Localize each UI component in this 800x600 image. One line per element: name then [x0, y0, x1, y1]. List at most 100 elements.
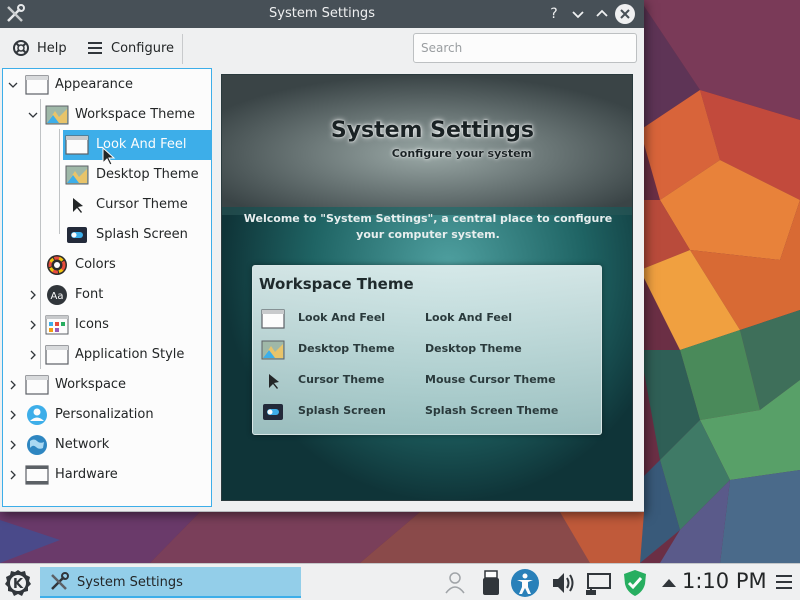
- tree-item-colors[interactable]: Colors: [3, 250, 211, 280]
- system-settings-app-icon: [51, 572, 69, 590]
- tree-item-label: Icons: [75, 317, 109, 332]
- card-item-look-and-feel[interactable]: Look And Feel Look And Feel: [261, 306, 601, 332]
- usb-drive-icon[interactable]: [476, 568, 506, 598]
- chevron-right-icon[interactable]: [7, 439, 19, 451]
- card-item-name: Splash Screen: [298, 404, 386, 417]
- chevron-right-icon[interactable]: [7, 469, 19, 481]
- tree-item-network[interactable]: Network: [3, 430, 211, 460]
- lifebuoy-icon: [13, 40, 29, 56]
- tree-item-workspace-theme[interactable]: Workspace Theme: [3, 100, 211, 130]
- tree-item-hardware[interactable]: Hardware: [3, 460, 211, 490]
- close-icon[interactable]: [615, 4, 635, 24]
- workspace-theme-icon: [45, 105, 69, 125]
- chevron-down-icon[interactable]: [27, 109, 39, 121]
- workspace-icon: [25, 375, 49, 395]
- card-item-name: Look And Feel: [298, 311, 386, 324]
- chevron-down-icon[interactable]: [7, 79, 19, 91]
- appearance-icon: [25, 75, 49, 95]
- chevron-right-icon[interactable]: [27, 319, 39, 331]
- tree-item-label: Network: [55, 437, 110, 452]
- toolbar-separator: [182, 34, 183, 64]
- tree-item-application-style[interactable]: Application Style: [3, 340, 211, 370]
- tree-item-label: Application Style: [75, 347, 185, 362]
- cursor-theme-icon: [269, 374, 279, 389]
- hamburger-menu-icon: [88, 42, 102, 54]
- welcome-message: Welcome to "System Settings", a central …: [243, 212, 613, 241]
- help-question-icon[interactable]: ?: [544, 4, 564, 24]
- tree-item-icons[interactable]: Icons: [3, 310, 211, 340]
- task-system-settings[interactable]: System Settings: [40, 567, 301, 598]
- content-subtitle: Configure your system: [391, 147, 532, 160]
- tree-item-label: Font: [75, 287, 104, 302]
- welcome-content-panel: System Settings Configure your system We…: [221, 74, 633, 501]
- svg-text:K: K: [13, 577, 24, 592]
- task-label: System Settings: [77, 575, 183, 590]
- taskbar: K System Settings 1:10 PM: [0, 563, 800, 600]
- title-bar[interactable]: System Settings ?: [0, 0, 644, 28]
- search-input[interactable]: [413, 33, 637, 63]
- font-icon: Aa: [47, 285, 67, 305]
- minimize-icon[interactable]: [568, 4, 588, 24]
- tree-item-font[interactable]: Aa Font: [3, 280, 211, 310]
- workspace-theme-card[interactable]: Workspace Theme Look And Feel Look And F…: [252, 265, 602, 435]
- tree-item-label: Desktop Theme: [96, 167, 199, 182]
- icons-icon: [45, 315, 69, 335]
- configure-button[interactable]: Configure: [86, 36, 174, 60]
- tree-item-label: Splash Screen: [96, 227, 188, 242]
- security-shield-icon[interactable]: [620, 568, 650, 598]
- system-settings-window: System Settings ? Help Configure Search …: [0, 0, 644, 512]
- colors-icon: [47, 255, 67, 275]
- tree-item-label: Colors: [75, 257, 116, 272]
- card-item-desktop-theme[interactable]: Desktop Theme Desktop Theme: [261, 337, 601, 363]
- tree-item-label: Workspace Theme: [75, 107, 196, 122]
- tree-item-label: Personalization: [55, 407, 154, 422]
- panel-menu-icon[interactable]: [774, 572, 794, 592]
- chevron-right-icon[interactable]: [7, 409, 19, 421]
- application-style-icon: [45, 345, 69, 365]
- card-item-name: Cursor Theme: [298, 373, 385, 386]
- configure-label: Configure: [111, 40, 175, 56]
- content-title: System Settings: [330, 118, 534, 143]
- user-switcher-icon[interactable]: [440, 568, 470, 598]
- chevron-right-icon[interactable]: [27, 289, 39, 301]
- hardware-icon: [25, 465, 49, 485]
- card-item-description: Desktop Theme: [425, 342, 522, 355]
- desktop-theme-icon: [261, 340, 285, 360]
- personalization-icon: [27, 405, 47, 425]
- desktop-theme-icon: [65, 165, 89, 185]
- maximize-icon[interactable]: [592, 4, 612, 24]
- card-item-splash-screen[interactable]: Splash Screen Splash Screen Theme: [261, 399, 601, 425]
- chevron-right-icon[interactable]: [7, 379, 19, 391]
- volume-icon[interactable]: [548, 568, 578, 598]
- clock[interactable]: 1:10 PM: [682, 569, 767, 593]
- help-button[interactable]: Help: [12, 36, 67, 60]
- tree-item-workspace[interactable]: Workspace: [3, 370, 211, 400]
- splash-screen-icon: [67, 227, 87, 243]
- tree-item-label: Hardware: [55, 467, 118, 482]
- look-and-feel-icon: [261, 309, 285, 329]
- chevron-right-icon[interactable]: [27, 349, 39, 361]
- tree-item-label: Workspace: [55, 377, 127, 392]
- tree-item-splash-screen[interactable]: Splash Screen: [3, 220, 211, 250]
- tray-expand-icon[interactable]: [654, 568, 684, 598]
- look-and-feel-icon: [65, 135, 89, 155]
- kde-launcher-icon[interactable]: K: [2, 567, 34, 599]
- card-title: Workspace Theme: [259, 275, 414, 293]
- toolbar: Help Configure: [0, 28, 644, 68]
- card-item-cursor-theme[interactable]: Cursor Theme Mouse Cursor Theme: [261, 368, 601, 394]
- accessibility-icon[interactable]: [510, 568, 540, 598]
- tree-item-appearance[interactable]: Appearance: [3, 70, 211, 100]
- card-item-name: Desktop Theme: [298, 342, 395, 355]
- mouse-pointer-icon: [102, 147, 116, 166]
- splash-screen-icon: [263, 404, 283, 420]
- network-wired-icon[interactable]: [584, 568, 614, 598]
- tree-item-label: Appearance: [55, 77, 134, 92]
- tree-item-label: Cursor Theme: [96, 197, 188, 212]
- card-item-description: Mouse Cursor Theme: [425, 373, 556, 386]
- help-label: Help: [37, 40, 67, 56]
- category-tree: Appearance Workspace Theme Look And Feel…: [2, 68, 212, 507]
- tree-item-personalization[interactable]: Personalization: [3, 400, 211, 430]
- card-item-description: Splash Screen Theme: [425, 404, 559, 417]
- svg-text:Aa: Aa: [51, 291, 64, 302]
- tree-item-cursor-theme[interactable]: Cursor Theme: [3, 190, 211, 220]
